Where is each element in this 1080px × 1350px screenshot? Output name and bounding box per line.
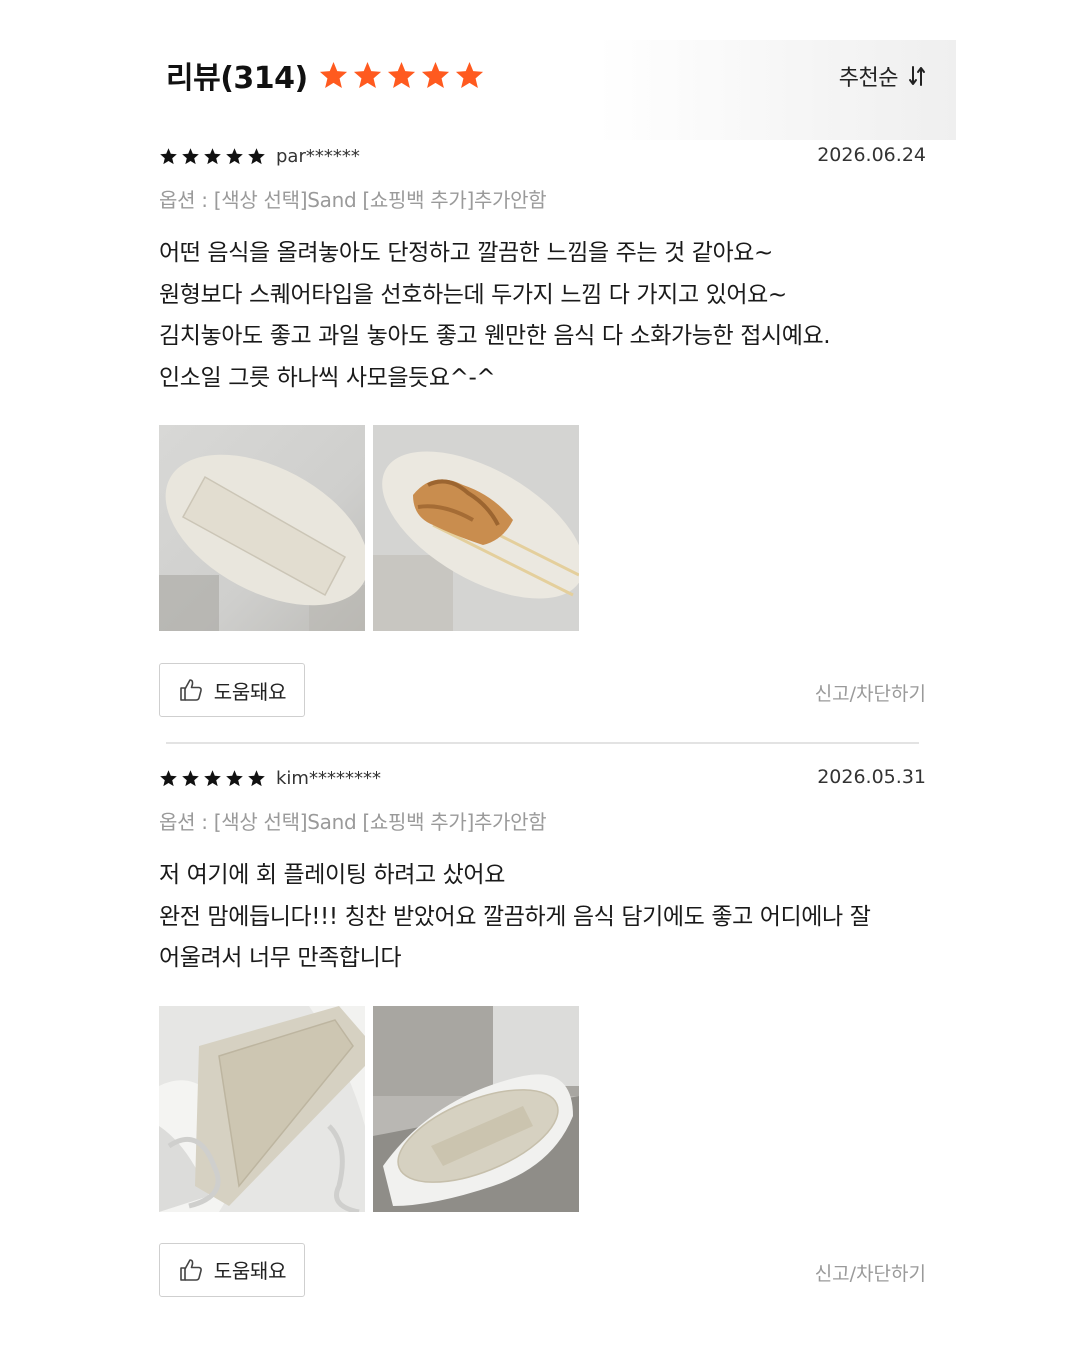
helpful-button[interactable]: 도움돼요 — [159, 1242, 305, 1297]
helpful-button[interactable]: 도움돼요 — [159, 663, 305, 717]
thumbs-up-icon — [179, 679, 202, 701]
thumbs-up-icon — [179, 1258, 202, 1281]
plate-with-fishcake-skewers-photo[interactable] — [373, 425, 579, 631]
star-icon — [182, 769, 199, 786]
star-icon — [160, 147, 177, 164]
helpful-label: 도움돼요 — [213, 679, 287, 704]
review-line: 인소일 그릇 하나씩 사모을듯요^-^ — [159, 364, 496, 391]
report-block-link[interactable]: 신고/차단하기 — [815, 1259, 926, 1286]
review-photos — [159, 1005, 926, 1212]
star-icon — [319, 61, 347, 88]
review-line: 원형보다 스퀘어타입을 선호하는데 두가지 느낌 다 가지고 있어요~ — [159, 281, 787, 308]
report-block-link[interactable]: 신고/차단하기 — [815, 679, 926, 706]
star-icon — [387, 61, 415, 88]
sort-arrows-icon — [909, 66, 925, 86]
review-username: par****** — [276, 145, 360, 167]
review-rating-stars — [159, 769, 266, 788]
star-icon — [160, 769, 177, 786]
star-icon — [204, 769, 221, 786]
review-line: 어떤 음식을 올려놓아도 단정하고 깔끔한 느낌을 주는 것 같아요~ — [159, 240, 773, 266]
star-icon — [182, 147, 199, 164]
average-rating-stars — [318, 60, 485, 91]
plate-in-packaging-photo[interactable] — [159, 1005, 365, 1212]
sort-button[interactable]: 추천순 — [839, 60, 926, 92]
review-line: 완전 맘에듭니다!!! 칭찬 받았어요 깔끔하게 음식 담기에도 좋고 어디에나… — [159, 903, 871, 930]
review-option: 옵션 : [색상 선택]Sand [쇼핑백 추가]추가안함 — [159, 188, 547, 212]
star-icon — [353, 61, 381, 88]
plate-in-box-photo[interactable] — [373, 1005, 579, 1212]
review-rating-stars — [159, 147, 266, 166]
review-line: 저 여기에 회 플레이팅 하려고 샀어요 — [159, 862, 505, 888]
empty-oval-plate-photo[interactable] — [159, 425, 365, 631]
star-icon — [248, 147, 265, 164]
review-divider — [166, 742, 919, 744]
review-header: 리뷰(314) 추천순 — [166, 50, 926, 100]
review-option: 옵션 : [색상 선택]Sand [쇼핑백 추가]추가안함 — [159, 810, 547, 834]
review-item: kim******** 2026.05.31 옵션 : [색상 선택]Sand … — [159, 764, 926, 1299]
review-date: 2026.06.24 — [817, 144, 926, 166]
review-actions: 도움돼요 신고/차단하기 — [159, 1242, 926, 1299]
review-username: kim******** — [276, 767, 381, 789]
star-icon — [455, 61, 483, 88]
star-icon — [226, 769, 243, 786]
star-icon — [204, 147, 221, 164]
review-line: 어울려서 너무 만족합니다 — [159, 945, 402, 971]
review-body: 어떤 음식을 올려놓아도 단정하고 깔끔한 느낌을 주는 것 같아요~ 원형보다… — [159, 233, 926, 399]
star-icon — [226, 147, 243, 164]
star-icon — [421, 61, 449, 88]
sort-label: 추천순 — [838, 66, 899, 91]
review-item: par****** 2026.06.24 옵션 : [색상 선택]Sand [쇼… — [159, 142, 926, 719]
star-icon — [248, 769, 265, 786]
review-actions: 도움돼요 신고/차단하기 — [159, 663, 926, 719]
review-line: 김치놓아도 좋고 과일 놓아도 좋고 웬만한 음식 다 소화가능한 접시예요. — [159, 323, 831, 349]
review-count-title: 리뷰(314) — [166, 61, 308, 96]
review-page: 리뷰(314) 추천순 par****** 2026.06.24 옵션 : [색… — [0, 0, 1080, 1350]
review-meta: par****** 2026.06.24 — [159, 142, 926, 170]
review-date: 2026.05.31 — [817, 766, 926, 788]
review-meta: kim******** 2026.05.31 — [159, 764, 926, 792]
helpful-label: 도움돼요 — [213, 1259, 287, 1283]
review-photos — [159, 425, 926, 631]
review-body: 저 여기에 회 플레이팅 하려고 샀어요 완전 맘에듭니다!!! 칭찬 받았어요… — [159, 855, 926, 980]
